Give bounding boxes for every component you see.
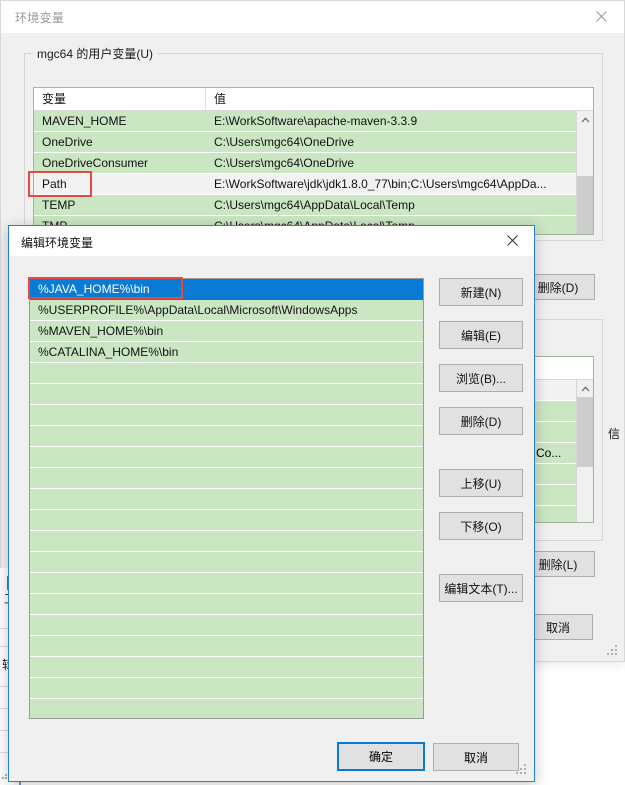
list-item-empty[interactable] bbox=[30, 573, 423, 594]
user-variables-group-label: mgc64 的用户变量(U) bbox=[33, 45, 158, 62]
list-item-empty[interactable] bbox=[30, 531, 423, 552]
cell-variable: OneDriveConsumer bbox=[42, 156, 149, 170]
resize-grip[interactable] bbox=[607, 645, 619, 657]
occluded-side-text: 信 bbox=[608, 427, 621, 441]
table-row[interactable]: TEMP C:\Users\mgc64\AppData\Local\Temp bbox=[34, 195, 577, 216]
list-item-empty[interactable] bbox=[30, 699, 423, 718]
list-item-empty[interactable] bbox=[30, 552, 423, 573]
list-item-empty[interactable] bbox=[30, 615, 423, 636]
delete-button[interactable]: 删除(D) bbox=[439, 407, 523, 435]
list-item-empty[interactable] bbox=[30, 426, 423, 447]
list-item-empty[interactable] bbox=[30, 594, 423, 615]
background-window-title: 环境变量 bbox=[15, 11, 65, 25]
edit-environment-variable-window: 编辑环境变量 %JAVA_HOME%\bin %USERPROFILE%\App… bbox=[8, 225, 535, 782]
table-row[interactable]: OneDrive C:\Users\mgc64\OneDrive bbox=[34, 132, 577, 153]
system-variables-table[interactable]: Co... bbox=[531, 356, 594, 523]
close-icon[interactable] bbox=[578, 1, 624, 32]
cell-variable: TEMP bbox=[42, 198, 76, 212]
list-item-empty[interactable] bbox=[30, 636, 423, 657]
scroll-up-icon[interactable] bbox=[577, 111, 593, 128]
list-item-empty[interactable] bbox=[30, 384, 423, 405]
list-item-empty[interactable] bbox=[30, 363, 423, 384]
cell-value: C:\Users\mgc64\OneDrive bbox=[214, 156, 355, 170]
table-row[interactable]: MAVEN_HOME E:\WorkSoftware\apache-maven-… bbox=[34, 111, 577, 132]
list-item-empty[interactable] bbox=[30, 447, 423, 468]
edit-button[interactable]: 编辑(E) bbox=[439, 321, 523, 349]
move-down-button[interactable]: 下移(O) bbox=[439, 512, 523, 540]
column-header-variable[interactable]: 变量 bbox=[34, 88, 206, 110]
browse-button[interactable]: 浏览(B)... bbox=[439, 364, 523, 392]
system-table-header bbox=[532, 357, 593, 380]
edit-text-button[interactable]: 编辑文本(T)... bbox=[439, 574, 523, 602]
scroll-up-icon[interactable] bbox=[577, 380, 593, 397]
list-item-empty[interactable] bbox=[30, 489, 423, 510]
list-item-empty[interactable] bbox=[30, 510, 423, 531]
list-item[interactable]: %USERPROFILE%\AppData\Local\Microsoft\Wi… bbox=[30, 300, 423, 321]
path-entries-listbox[interactable]: %JAVA_HOME%\bin %USERPROFILE%\AppData\Lo… bbox=[29, 278, 424, 719]
close-icon[interactable] bbox=[490, 226, 534, 255]
list-item-empty[interactable] bbox=[30, 678, 423, 699]
list-item-empty[interactable] bbox=[30, 405, 423, 426]
cell-variable: Path bbox=[42, 177, 67, 191]
table-row-path[interactable]: Path E:\WorkSoftware\jdk\jdk1.8.0_77\bin… bbox=[34, 174, 577, 195]
column-header-value[interactable]: 值 bbox=[206, 88, 593, 110]
cell-value: C:\Users\mgc64\OneDrive bbox=[214, 135, 355, 149]
table-header-row: 变量 值 bbox=[34, 88, 593, 111]
background-titlebar: 环境变量 bbox=[1, 1, 624, 33]
list-item-empty[interactable] bbox=[30, 468, 423, 489]
scrollbar-thumb[interactable] bbox=[577, 176, 593, 234]
new-button[interactable]: 新建(N) bbox=[439, 278, 523, 306]
table-row[interactable]: OneDriveConsumer C:\Users\mgc64\OneDrive bbox=[34, 153, 577, 174]
cell-variable: MAVEN_HOME bbox=[42, 114, 127, 128]
list-item[interactable]: %CATALINA_HOME%\bin bbox=[30, 342, 423, 363]
cancel-button[interactable]: 取消 bbox=[433, 743, 519, 771]
table-body: MAVEN_HOME E:\WorkSoftware\apache-maven-… bbox=[34, 111, 593, 234]
cell-variable: OneDrive bbox=[42, 135, 93, 149]
system-table-body: Co... bbox=[532, 380, 593, 522]
system-table-vertical-scrollbar[interactable] bbox=[576, 380, 593, 522]
edit-dialog-title: 编辑环境变量 bbox=[21, 236, 94, 250]
list-item-empty[interactable] bbox=[30, 657, 423, 678]
cell-value: E:\WorkSoftware\jdk\jdk1.8.0_77\bin;C:\U… bbox=[214, 177, 547, 191]
scrollbar-thumb[interactable] bbox=[577, 397, 593, 467]
table-vertical-scrollbar[interactable] bbox=[576, 111, 593, 234]
cell-value: E:\WorkSoftware\apache-maven-3.3.9 bbox=[214, 114, 418, 128]
user-variables-table[interactable]: 变量 值 MAVEN_HOME E:\WorkSoftware\apache-m… bbox=[33, 87, 594, 235]
list-item[interactable]: %MAVEN_HOME%\bin bbox=[30, 321, 423, 342]
cell-value: C:\Users\mgc64\AppData\Local\Temp bbox=[214, 198, 415, 212]
ok-button[interactable]: 确定 bbox=[337, 742, 425, 771]
edit-dialog-titlebar: 编辑环境变量 bbox=[9, 226, 534, 256]
list-item[interactable]: %JAVA_HOME%\bin bbox=[30, 279, 423, 300]
move-up-button[interactable]: 上移(U) bbox=[439, 469, 523, 497]
